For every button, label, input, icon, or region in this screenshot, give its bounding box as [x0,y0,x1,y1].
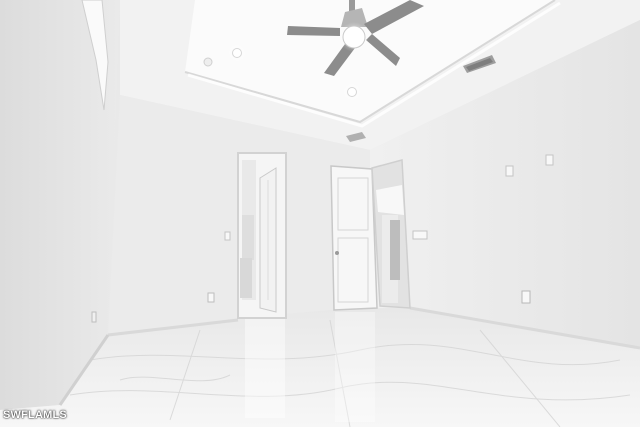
watermark: SWFLAMLS [3,409,67,421]
recessed-light-icon [228,44,246,62]
outlet-icon [505,165,514,177]
outlet-icon [545,154,554,166]
bathroom-doorway [237,152,287,319]
outlet-icon [207,292,215,303]
door-knob [335,251,339,255]
bedroom-photo: SWFLAMLS [0,0,640,427]
outlet-icon [91,311,97,323]
recessed-light-icon [343,83,361,101]
outlet-icon [521,290,531,304]
smoke-detector [203,57,213,67]
closet-door [330,165,378,311]
room-scene [0,0,640,427]
switch-icon [412,230,428,240]
switch-icon [224,231,231,241]
